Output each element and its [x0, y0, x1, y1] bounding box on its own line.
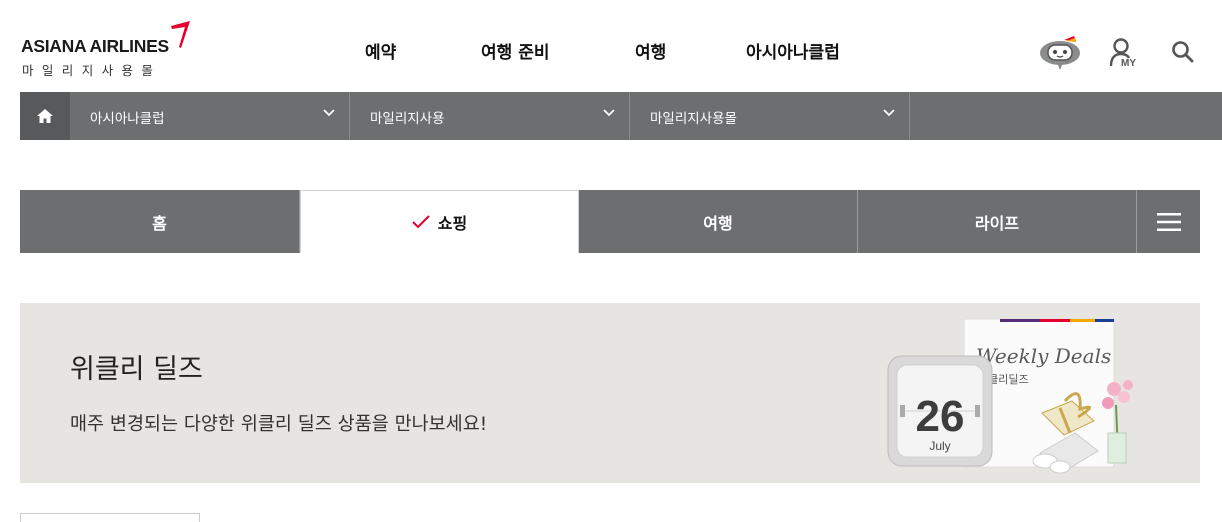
- weekly-deals-banner: 위클리 딜즈 매주 변경되는 다양한 위클리 딜즈 상품을 만나보세요! Wee…: [20, 303, 1200, 483]
- location-dropdown-mileage-use[interactable]: 마일리지사용: [350, 92, 630, 140]
- chatbot-icon[interactable]: [1036, 32, 1084, 72]
- nav-travel-prep[interactable]: 여행 준비: [481, 38, 549, 63]
- tab-home[interactable]: 홈: [20, 190, 300, 253]
- banner-description: 매주 변경되는 다양한 위클리 딜즈 상품을 만나보세요!: [70, 414, 488, 435]
- home-button[interactable]: [20, 92, 70, 140]
- location-label: 마일리지사용몰: [650, 111, 737, 127]
- location-dropdown-asiana-club[interactable]: 아시아나클럽: [70, 92, 350, 140]
- location-dropdown-mileage-mall[interactable]: 마일리지사용몰: [630, 92, 910, 140]
- chevron-down-icon: [323, 109, 335, 117]
- location-label: 마일리지사용: [370, 111, 445, 127]
- tab-travel[interactable]: 여행: [579, 190, 858, 253]
- nav-reservation[interactable]: 예약: [365, 38, 396, 63]
- tab-label: 홈: [152, 213, 167, 233]
- calendar-month: July: [929, 439, 950, 453]
- calendar-icon: 26 July: [887, 355, 993, 467]
- my-label: MY: [1121, 58, 1136, 68]
- asiana-logo[interactable]: ASIANA AIRLINES 마일리지사용몰: [20, 20, 195, 80]
- tab-shopping[interactable]: 쇼핑: [300, 190, 579, 253]
- check-icon: [412, 215, 430, 229]
- my-page-icon[interactable]: MY: [1108, 38, 1142, 68]
- card-title: Weekly Deals: [976, 344, 1111, 368]
- search-icon[interactable]: [1171, 40, 1195, 64]
- logo-text: ASIANA AIRLINES: [21, 36, 169, 56]
- logo-wing-icon: [171, 21, 190, 48]
- tab-label: 쇼핑: [437, 214, 468, 233]
- logo-subtext: 마일리지사용몰: [22, 63, 162, 78]
- nav-asiana-club[interactable]: 아시아나클럽: [746, 38, 840, 63]
- site-header: ASIANA AIRLINES 마일리지사용몰 예약 여행 준비 여행 아시아나…: [0, 0, 1222, 92]
- hamburger-menu-icon: [1156, 212, 1181, 231]
- category-tabs: 홈 쇼핑 여행 라이프: [20, 190, 1200, 253]
- nav-travel[interactable]: 여행: [635, 38, 666, 63]
- chevron-down-icon: [883, 109, 895, 117]
- location-bar: 아시아나클럽 마일리지사용 마일리지사용몰: [20, 92, 1222, 140]
- tab-label: 라이프: [974, 213, 1020, 233]
- banner-title: 위클리 딜즈: [70, 354, 203, 385]
- tab-life[interactable]: 라이프: [858, 190, 1137, 253]
- sub-filter-box[interactable]: [20, 513, 200, 522]
- weekly-deals-illustration: Weekly Deals 위클리딜즈 26 July: [887, 318, 1133, 474]
- tab-label: 여행: [703, 213, 733, 233]
- location-label: 아시아나클럽: [90, 111, 165, 127]
- calendar-day: 26: [916, 392, 965, 441]
- tab-menu-button[interactable]: [1137, 190, 1200, 253]
- chevron-down-icon: [603, 109, 615, 117]
- home-icon: [37, 109, 53, 123]
